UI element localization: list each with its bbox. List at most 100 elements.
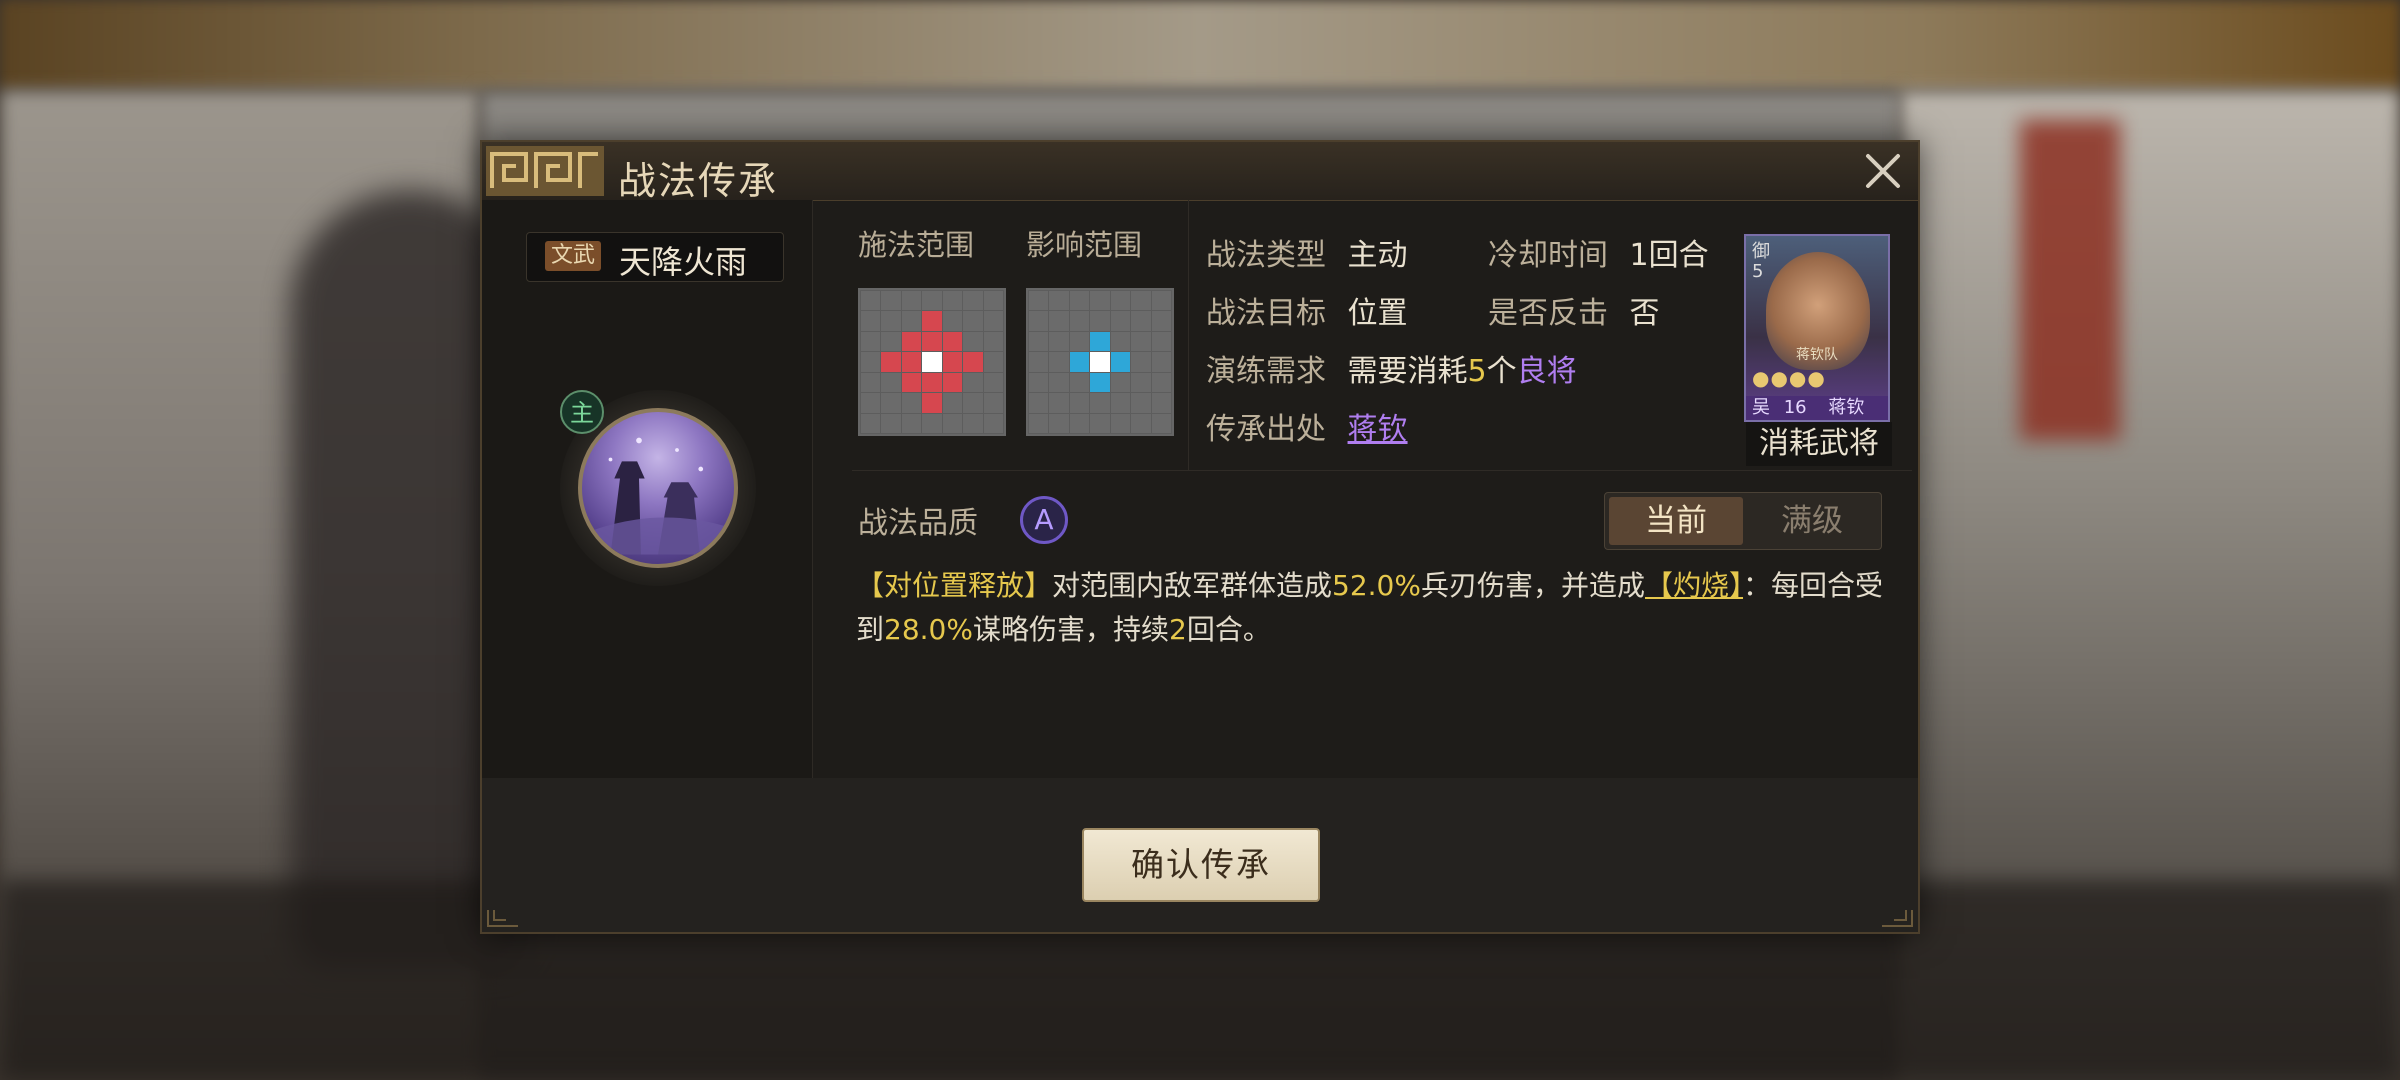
desc-part4: 谋略伤害，持续 bbox=[972, 613, 1169, 646]
dialog-footer: 确认传承 bbox=[482, 778, 1918, 932]
grid-cell bbox=[942, 311, 963, 331]
general-role-tag: 御 bbox=[1752, 241, 1770, 262]
training-quality: 良将 bbox=[1516, 354, 1577, 389]
grid-cell bbox=[881, 372, 901, 393]
tab-max-level[interactable]: 满级 bbox=[1745, 497, 1879, 545]
general-stars: ●●●● bbox=[1752, 366, 1826, 390]
grid-cell bbox=[1069, 311, 1090, 331]
grid-cell bbox=[963, 311, 983, 331]
grid-cell bbox=[1110, 352, 1131, 372]
grid-cell bbox=[963, 331, 983, 352]
effect-range-label: 影响范围 bbox=[1026, 228, 1143, 262]
source-label: 传承出处 bbox=[1206, 412, 1326, 447]
school-tag: 文武 bbox=[545, 241, 602, 271]
cooldown-label: 冷却时间 bbox=[1488, 238, 1608, 273]
skill-inherit-dialog: 战法传承 文武 天降火雨 主 施法范围 影响范围 战法类型 主动 冷却时间 1回… bbox=[480, 140, 1920, 934]
grid-cell bbox=[942, 331, 963, 352]
general-info-bar: 吴 16 蒋钦 bbox=[1746, 396, 1888, 420]
grid-cell bbox=[963, 413, 983, 433]
confirm-inherit-button[interactable]: 确认传承 bbox=[1082, 828, 1320, 902]
general-faction: 吴 bbox=[1752, 397, 1770, 418]
grid-cell bbox=[1029, 393, 1049, 413]
grid-cell bbox=[922, 393, 942, 413]
desc-target-tag: 【对位置释放】 bbox=[856, 569, 1053, 602]
effect-range-grid bbox=[1026, 288, 1174, 436]
grid-cell bbox=[1029, 352, 1049, 372]
training-row: 演练需求 需要消耗5个良将 bbox=[1206, 346, 1577, 390]
skill-icon-frame: 主 bbox=[560, 390, 756, 586]
corner-ornament-icon bbox=[1882, 910, 1913, 927]
grid-cell bbox=[901, 352, 922, 372]
grid-cell bbox=[901, 413, 922, 433]
training-label: 演练需求 bbox=[1206, 354, 1326, 389]
grid-cell bbox=[1131, 311, 1151, 331]
grid-cell bbox=[1069, 393, 1090, 413]
grid-cell bbox=[1090, 393, 1110, 413]
range-section: 施法范围 影响范围 bbox=[852, 200, 1202, 460]
grid-cell bbox=[881, 413, 901, 433]
grid-cell bbox=[861, 331, 881, 352]
grid-cell bbox=[942, 413, 963, 433]
grid-cell bbox=[1090, 352, 1110, 372]
title-ornament-icon bbox=[486, 146, 604, 196]
grid-cell bbox=[1029, 331, 1049, 352]
grid-cell bbox=[922, 311, 942, 331]
grid-cell bbox=[901, 311, 922, 331]
grid-cell bbox=[922, 331, 942, 352]
cooldown-row: 冷却时间 1回合 bbox=[1488, 230, 1709, 274]
grid-cell bbox=[861, 291, 881, 311]
grid-cell bbox=[1029, 413, 1049, 433]
quality-grade-badge: A bbox=[1020, 496, 1068, 544]
burning-siege-tower-icon bbox=[578, 408, 738, 568]
grid-cell bbox=[983, 372, 1003, 393]
horizontal-divider bbox=[852, 470, 1912, 471]
grid-cell bbox=[1029, 311, 1049, 331]
desc-part5: 回合。 bbox=[1186, 613, 1271, 646]
grid-cell bbox=[1090, 413, 1110, 433]
general-role: 御 5 bbox=[1752, 242, 1770, 282]
grid-cell bbox=[983, 352, 1003, 372]
grid-cell bbox=[1151, 413, 1171, 433]
grid-cell bbox=[1151, 352, 1171, 372]
grid-cell bbox=[1131, 352, 1151, 372]
grid-cell bbox=[1151, 311, 1171, 331]
grid-cell bbox=[881, 393, 901, 413]
grid-cell bbox=[1090, 291, 1110, 311]
tab-current-level[interactable]: 当前 bbox=[1609, 497, 1743, 545]
grid-cell bbox=[1069, 291, 1090, 311]
grid-cell bbox=[901, 372, 922, 393]
close-icon[interactable] bbox=[1860, 148, 1906, 194]
grid-cell bbox=[963, 393, 983, 413]
training-unit: 个 bbox=[1486, 354, 1517, 389]
grid-cell bbox=[1110, 311, 1131, 331]
quality-label: 战法品质 bbox=[858, 506, 978, 541]
cast-range-grid bbox=[858, 288, 1006, 436]
grid-cell bbox=[1131, 291, 1151, 311]
source-row: 传承出处 蒋钦 bbox=[1206, 404, 1408, 448]
grid-cell bbox=[1110, 372, 1131, 393]
source-general-link[interactable]: 蒋钦 bbox=[1348, 412, 1408, 447]
general-level: 16 bbox=[1783, 397, 1807, 418]
grid-cell bbox=[1110, 291, 1131, 311]
training-prefix: 需要消耗 bbox=[1347, 354, 1468, 389]
grid-cell bbox=[983, 291, 1003, 311]
grid-cell bbox=[861, 311, 881, 331]
grid-cell bbox=[881, 331, 901, 352]
grid-cell bbox=[1049, 352, 1069, 372]
vertical-divider bbox=[1188, 200, 1189, 470]
main-skill-badge: 主 bbox=[560, 390, 604, 434]
counter-row: 是否反击 否 bbox=[1488, 288, 1660, 332]
corner-ornament-icon bbox=[487, 910, 518, 927]
skill-target-row: 战法目标 位置 bbox=[1206, 288, 1408, 332]
grid-cell bbox=[963, 352, 983, 372]
desc-status-link[interactable]: 【灼烧】 bbox=[1645, 569, 1743, 602]
grid-cell bbox=[922, 291, 942, 311]
cooldown-value: 1回合 bbox=[1629, 238, 1709, 273]
general-card[interactable]: 御 5 蒋钦队 ●●●● 吴 16 蒋钦 bbox=[1744, 234, 1890, 422]
grid-cell bbox=[1151, 393, 1171, 413]
grid-cell bbox=[901, 393, 922, 413]
grid-cell bbox=[963, 372, 983, 393]
level-toggle: 当前 满级 bbox=[1604, 492, 1882, 550]
grid-cell bbox=[942, 393, 963, 413]
skill-name: 天降火雨 bbox=[619, 243, 748, 281]
